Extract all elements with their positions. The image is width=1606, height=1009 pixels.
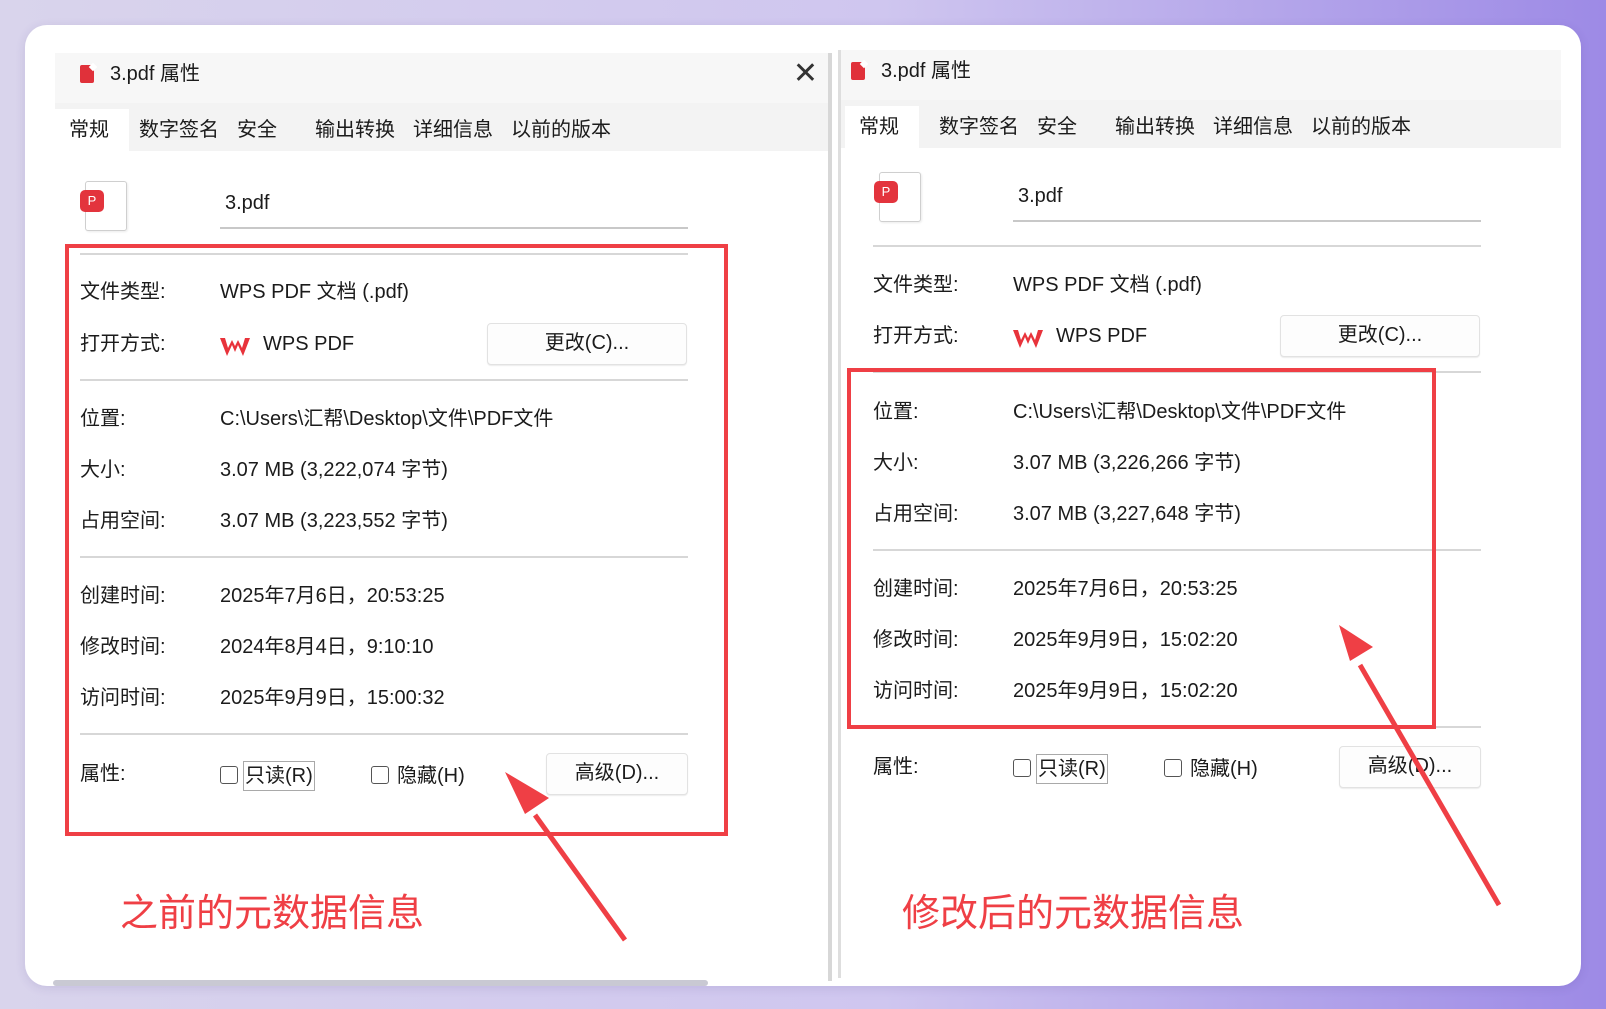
arrow-before (505, 772, 628, 942)
horizontal-scrollbar[interactable] (53, 980, 708, 986)
caption-after: 修改后的元数据信息 (902, 893, 1245, 935)
caption-before: 之前的元数据信息 (120, 893, 425, 935)
annotation-arrows (505, 625, 1502, 942)
arrow-after (1339, 625, 1502, 907)
screenshot-card: 3.pdf 属性 ✕ 常规 数字签名 安全 输出转换 详细信息 以前的版本 P … (25, 25, 1581, 986)
